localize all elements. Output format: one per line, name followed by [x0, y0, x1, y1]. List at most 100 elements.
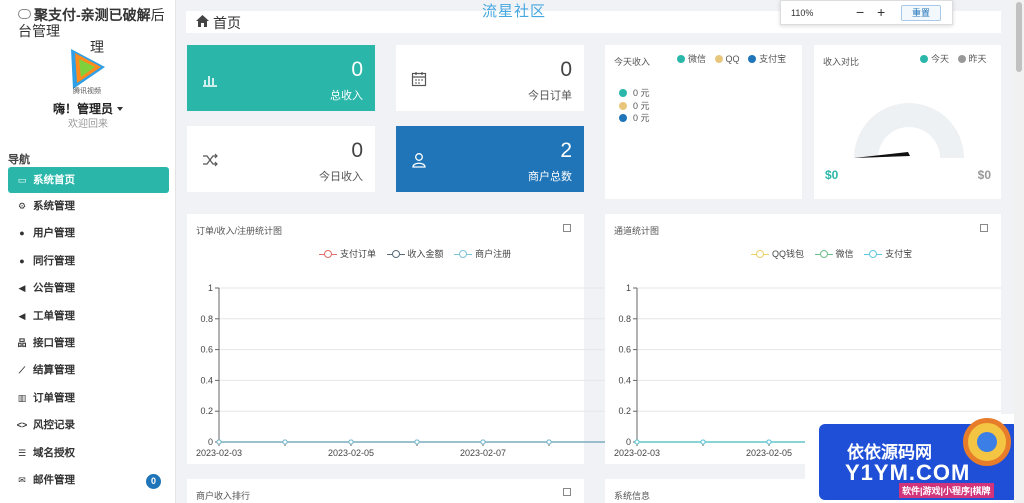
scrollbar-thumb[interactable]: [1016, 2, 1022, 72]
line-chart: 0 0.2 0.4 0.6 0.8 1 2023-02-03 2023-02-05 2023-0…: [196, 283, 617, 458]
sidebar-item-8[interactable]: ▥ 订单管理: [8, 385, 169, 412]
sidebar: 聚支付-亲测已破解后台管理 理 腾讯视频 嗨！管理员 欢迎回来 导航 ▭ 系统首页…: [0, 0, 176, 503]
legend-dot: [619, 89, 627, 97]
y-tick-label: 0.2: [618, 406, 631, 416]
expand-icon[interactable]: [563, 224, 571, 232]
caret-down-icon[interactable]: [117, 107, 123, 111]
sidebar-item-5[interactable]: ◀ 工单管理: [8, 303, 169, 330]
legend-dot: [957, 55, 966, 63]
welcome-text: 欢迎回来: [68, 119, 108, 130]
total-income-label: 总收入: [330, 90, 363, 102]
sidebar-item-0[interactable]: ▭ 系统首页: [8, 167, 169, 193]
total-income-value: 0: [351, 58, 363, 81]
today-orders-label: 今日订单: [528, 90, 572, 102]
legend-marker: [386, 250, 405, 258]
y-tick-label: 0.8: [200, 314, 213, 324]
gauge-chart: [854, 103, 964, 158]
sidebar-item-3[interactable]: ● 同行管理: [8, 248, 169, 275]
merchant-total-tile: 2 商户总数: [396, 126, 584, 192]
sidebar-item-label: 系统首页: [33, 174, 75, 186]
volume-icon: ◀: [18, 283, 26, 294]
sidebar-item-6[interactable]: 品接口管理: [8, 330, 169, 357]
sidebar-item-7[interactable]: ⟋ 结算管理: [8, 357, 169, 384]
zoom-out-button[interactable]: −: [856, 4, 864, 20]
nav-menu: ▭ 系统首页 ⚙ 系统管理 ● 用户管理 ● 同行管理 ◀ 公告管理 ◀ 工单管理品接口管理 ⟋ 结算管理…: [8, 167, 169, 494]
y-tick-label: 0.2: [200, 406, 213, 416]
legend-marker: [864, 250, 883, 258]
data-point: [348, 439, 354, 445]
sidebar-item-9[interactable]: <> 风控记录: [8, 412, 169, 439]
sidebar-item-11[interactable]: ✉ 邮件管理 0: [8, 467, 169, 494]
sidebar-item-label: 接口管理: [33, 336, 75, 349]
home-icon: [196, 15, 209, 27]
sidebar-item-label: 订单管理: [33, 391, 75, 404]
gauge-arc: [854, 103, 964, 158]
user-icon: ●: [19, 228, 25, 239]
expand-icon[interactable]: [563, 488, 571, 496]
list-icon: ☰: [17, 447, 27, 458]
bar-chart-icon: ▥: [17, 392, 27, 403]
x-tick-label: 2023-02-05: [328, 448, 374, 458]
bar-chart-icon: [203, 76, 217, 87]
today-orders-tile: 0 今日订单: [396, 45, 584, 111]
yesterday-value: $0: [977, 168, 991, 182]
legend-dot: [748, 55, 757, 63]
sidebar-item-10[interactable]: ☰ 域名授权: [8, 440, 169, 467]
order-income-chart-panel: 订单/收入/注册统计图 支付订单 收入金额 商户注册 0 0.2 0.4 0.6 0.8…: [187, 214, 617, 464]
sidebar-item-label: 域名授权: [33, 446, 75, 459]
ad-banner[interactable]: 依依源码网 Y1YM.COM 软件|游戏|小程序|棋牌: [805, 414, 1024, 503]
legend-item-0[interactable]: QQ钱包: [751, 247, 804, 260]
merchant-rank-panel: 商户收入排行: [187, 479, 584, 503]
legend-item-2[interactable]: 商户注册: [454, 247, 511, 260]
logo-caption: 腾讯视频: [73, 86, 101, 95]
legend-dot: [677, 55, 685, 63]
sidebar-item-label: 公告管理: [33, 282, 75, 295]
shuffle-icon: [203, 153, 218, 167]
legend-dot: [619, 114, 627, 122]
legend-marker: [751, 250, 769, 258]
chart-legend[interactable]: 支付订单 收入金额 商户注册: [319, 247, 519, 260]
pie-legend[interactable]: 微信 QQ 支付宝: [671, 52, 786, 65]
sidebar-item-label: 用户管理: [33, 227, 75, 240]
mail-icon: ✉: [18, 474, 26, 485]
legend-alipay[interactable]: 支付宝: [759, 54, 786, 64]
legend-qq[interactable]: QQ: [726, 54, 740, 64]
legend-yesterday[interactable]: 昨天: [969, 54, 987, 64]
legend-item-1[interactable]: 微信: [814, 247, 854, 260]
y-tick-label: 0.6: [618, 345, 631, 355]
zoom-toolbar: 110% − + 重置: [780, 0, 953, 25]
sidebar-item-2[interactable]: ● 用户管理: [8, 220, 169, 247]
today-income-value: 0: [351, 139, 363, 162]
data-point: [414, 439, 420, 445]
legend-item-2[interactable]: 支付宝: [864, 247, 912, 260]
sidebar-item-label: 系统管理: [33, 200, 75, 212]
legend-item-0[interactable]: 支付订单: [319, 247, 376, 260]
y-tick-label: 1: [208, 283, 213, 293]
today-income-label: 今日收入: [319, 171, 363, 183]
data-point: [766, 439, 772, 445]
legend-wechat[interactable]: 微信: [688, 54, 706, 64]
expand-icon[interactable]: [980, 224, 988, 232]
line-chart-icon: ⟋: [18, 365, 26, 376]
compare-legend[interactable]: 今天 昨天: [914, 52, 987, 65]
zoom-in-button[interactable]: +: [877, 4, 885, 20]
ad-tagline[interactable]: 软件|游戏|小程序|棋牌: [899, 483, 994, 498]
x-tick-label: 2023-02-05: [746, 448, 792, 458]
data-point: [282, 439, 288, 445]
sidebar-item-1[interactable]: ⚙ 系统管理: [8, 193, 169, 220]
chart-legend[interactable]: QQ钱包 微信 支付宝: [751, 247, 920, 260]
data-point: [700, 439, 706, 445]
legend-marker: [454, 250, 473, 258]
user-name[interactable]: 嗨！管理员: [53, 102, 113, 116]
legend-item-1[interactable]: 收入金额: [386, 247, 444, 260]
sidebar-item-4[interactable]: ◀ 公告管理: [8, 275, 169, 302]
legend-today[interactable]: 今天: [931, 54, 949, 64]
zoom-level: 110%: [791, 8, 814, 18]
today-income-tile: 0 今日收入: [187, 126, 375, 192]
sitemap-icon: 品: [17, 337, 27, 348]
scrollbar[interactable]: [1014, 0, 1024, 503]
zoom-reset-button[interactable]: 重置: [901, 5, 941, 21]
data-point: [216, 439, 222, 445]
y-tick-label: 0: [208, 437, 213, 447]
income-compare-panel: 收入对比 今天 昨天 $0 $0: [814, 45, 1001, 199]
